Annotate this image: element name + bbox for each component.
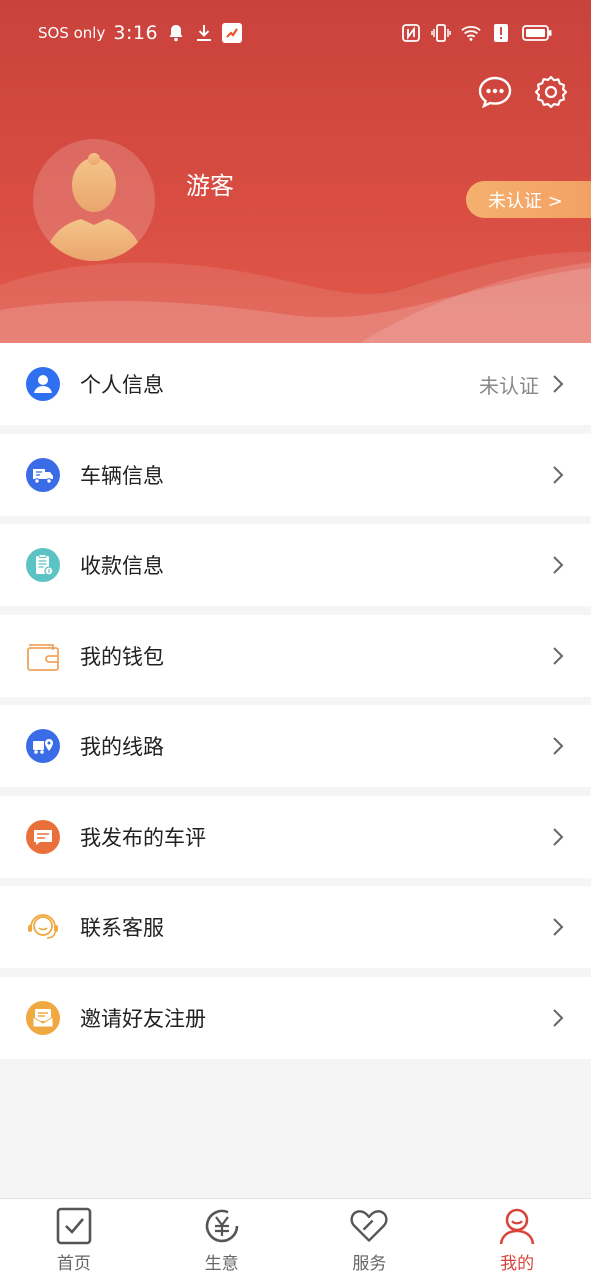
avatar[interactable] <box>33 139 155 261</box>
settings-button[interactable] <box>533 74 569 110</box>
bell-icon <box>166 23 186 43</box>
menu-label: 收款信息 <box>80 554 164 578</box>
chevron-right-icon <box>553 556 564 574</box>
wifi-icon <box>461 23 481 43</box>
route-icon <box>26 729 60 763</box>
nav-label: 服务 <box>352 1253 387 1274</box>
download-icon <box>194 23 214 43</box>
person-icon <box>26 367 60 401</box>
vibrate-icon <box>431 23 451 43</box>
menu-item-vehicle-info[interactable]: 车辆信息 <box>0 433 591 516</box>
truck-icon <box>26 457 60 492</box>
menu-value: 未认证 <box>479 373 539 398</box>
status-bar: SOS only 3:16 <box>0 0 591 66</box>
menu-item-my-routes[interactable]: 我的线路 <box>0 705 591 787</box>
chevron-right-icon <box>553 375 564 393</box>
menu-label: 邀请好友注册 <box>80 1006 206 1031</box>
gear-icon <box>534 75 568 109</box>
menu-label: 我发布的车评 <box>80 825 206 850</box>
user-icon <box>497 1206 537 1246</box>
message-button[interactable] <box>477 74 513 110</box>
chevron-right-icon <box>553 827 564 846</box>
chevron-right-icon <box>553 737 564 755</box>
profile-header: SOS only 3:16 游客 未认证 > <box>0 0 591 343</box>
menu-label: 我的钱包 <box>80 644 164 669</box>
nav-label: 我的 <box>500 1253 535 1274</box>
menu-label: 我的线路 <box>80 735 164 759</box>
nav-tab-business[interactable]: 生意 <box>162 1206 282 1274</box>
menu-item-invite-friends[interactable]: 邀请好友注册 <box>0 976 591 1059</box>
menu-list: 个人信息 未认证 车辆信息 收款信息 我的钱包 我的线路 我发布的车评 联系客服… <box>0 343 591 1067</box>
menu-label: 联系客服 <box>80 916 164 940</box>
verify-status-badge[interactable]: 未认证 > <box>466 181 591 218</box>
nav-tab-mine[interactable]: 我的 <box>457 1206 577 1274</box>
clock: 3:16 <box>113 22 159 44</box>
invite-icon <box>26 1000 60 1035</box>
chevron-right-icon <box>553 1008 564 1027</box>
menu-item-personal-info[interactable]: 个人信息 未认证 <box>0 343 591 425</box>
default-avatar-icon <box>45 153 143 261</box>
carrier-text: SOS only <box>38 24 106 42</box>
chevron-right-icon <box>553 465 564 484</box>
app-notification-icon <box>222 23 243 43</box>
menu-item-wallet[interactable]: 我的钱包 <box>0 614 591 697</box>
yuan-icon <box>202 1206 242 1246</box>
menu-label: 车辆信息 <box>80 463 164 488</box>
headset-icon <box>26 910 60 944</box>
menu-item-customer-service[interactable]: 联系客服 <box>0 886 591 968</box>
menu-label: 个人信息 <box>80 373 164 397</box>
heart-icon <box>349 1206 389 1246</box>
clipboard-icon <box>26 548 60 582</box>
nav-label: 首页 <box>56 1253 91 1274</box>
profile-screen: SOS only 3:16 游客 未认证 > 个人信息 未认证 车辆信息 收款信… <box>0 0 591 1280</box>
nav-tab-services[interactable]: 服务 <box>309 1206 429 1274</box>
alert-icon <box>491 23 511 43</box>
nav-label: 生意 <box>204 1253 239 1274</box>
chevron-right-icon <box>553 646 564 665</box>
username: 游客 <box>186 172 234 200</box>
menu-item-my-reviews[interactable]: 我发布的车评 <box>0 795 591 878</box>
nav-tab-home[interactable]: 首页 <box>14 1206 134 1274</box>
wallet-icon <box>26 639 60 673</box>
chat-bubble-icon <box>478 76 512 108</box>
home-check-icon <box>54 1206 94 1246</box>
menu-item-payment-info[interactable]: 收款信息 <box>0 524 591 606</box>
comment-icon <box>26 819 60 854</box>
chevron-right-icon <box>553 918 564 936</box>
nfc-icon <box>401 23 421 43</box>
battery-icon <box>521 23 553 43</box>
bottom-nav: 首页 生意 服务 我的 <box>0 1198 591 1280</box>
